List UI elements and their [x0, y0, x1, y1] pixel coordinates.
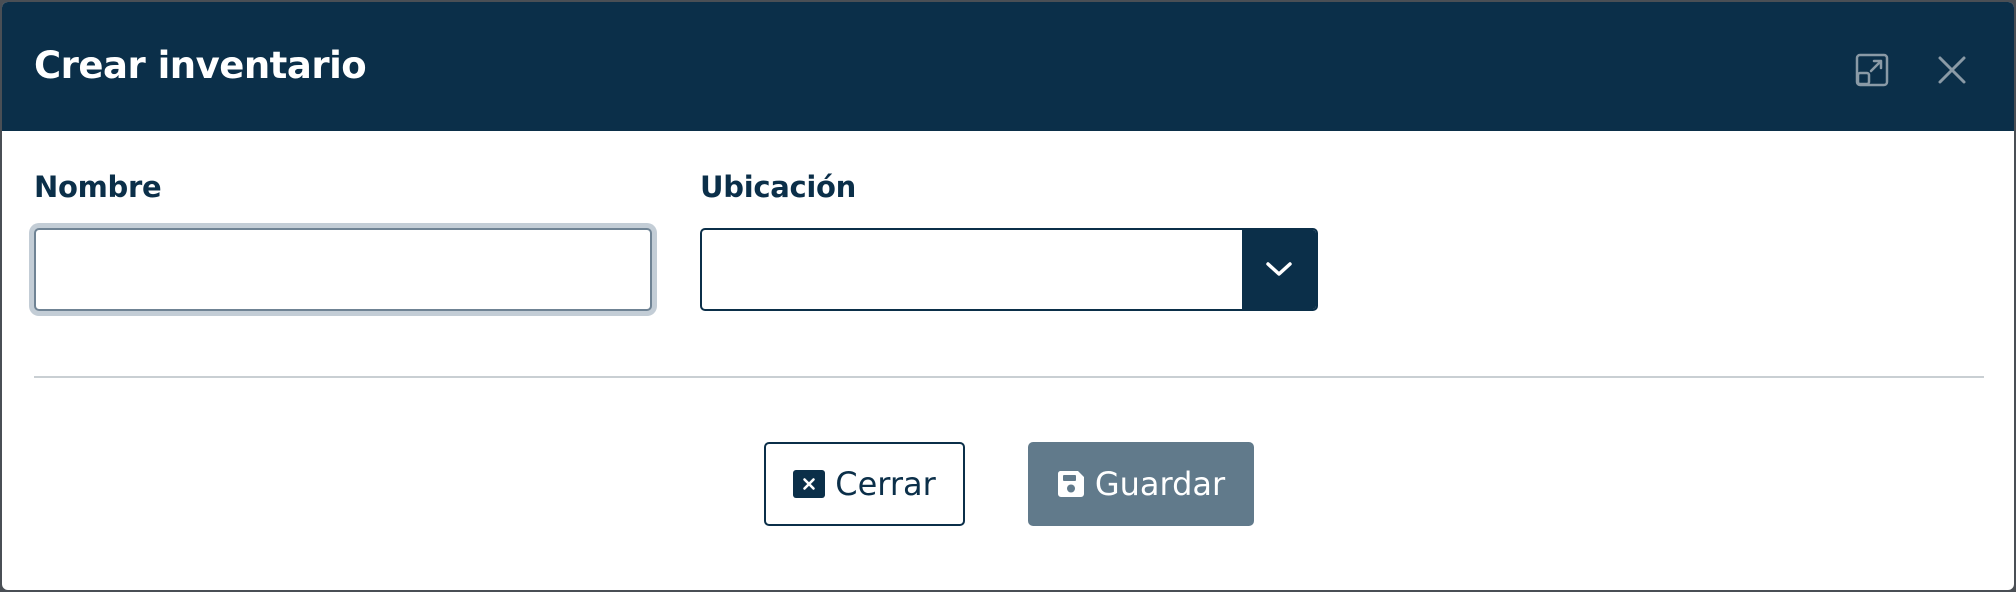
guardar-button[interactable]: Guardar [1028, 442, 1254, 526]
footer-divider [34, 376, 1984, 378]
close-icon [1938, 56, 1966, 84]
cerrar-button[interactable]: Cerrar [764, 442, 965, 526]
ubicacion-select[interactable] [700, 228, 1318, 311]
ubicacion-label: Ubicación [700, 170, 857, 204]
nombre-label: Nombre [34, 170, 162, 204]
close-square-icon [793, 470, 826, 498]
chevron-down-icon [1266, 261, 1292, 276]
floppy-disk-icon [1057, 470, 1085, 498]
nombre-input[interactable] [34, 228, 652, 311]
expand-button[interactable] [1852, 50, 1892, 90]
close-dialog-button[interactable] [1932, 50, 1972, 90]
expand-icon [1855, 53, 1889, 87]
cerrar-button-label: Cerrar [835, 465, 936, 503]
create-inventory-dialog: Crear inventario Nombre Ubicación Cerrar… [2, 2, 2014, 590]
ubicacion-dropdown-toggle[interactable] [1242, 230, 1316, 309]
dialog-header: Crear inventario [2, 2, 2014, 131]
dialog-title: Crear inventario [34, 44, 367, 87]
guardar-button-label: Guardar [1094, 465, 1226, 503]
